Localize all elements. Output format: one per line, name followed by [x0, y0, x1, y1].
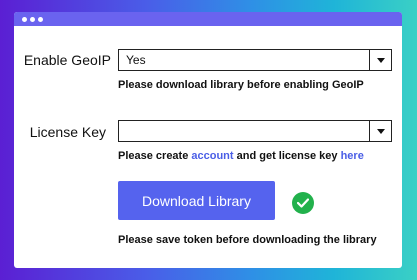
enable-geoip-select[interactable]: Yes: [118, 49, 392, 71]
download-note: Please save token before downloading the…: [118, 234, 377, 246]
check-circle-icon: [292, 192, 314, 214]
download-library-button[interactable]: Download Library: [118, 181, 275, 220]
license-help-prefix: Please create: [118, 150, 192, 162]
window-dot-3[interactable]: [38, 16, 43, 22]
window-titlebar: [14, 12, 402, 26]
enable-geoip-dropdown-arrow[interactable]: [369, 50, 391, 70]
chevron-down-icon: [376, 57, 385, 63]
license-key-dropdown-arrow[interactable]: [369, 121, 391, 141]
window-dot-1[interactable]: [22, 16, 27, 22]
enable-geoip-value: Yes: [126, 53, 146, 67]
enable-geoip-label: Enable GeoIP: [23, 52, 111, 68]
create-account-link[interactable]: account: [191, 150, 233, 162]
chevron-down-icon: [376, 128, 385, 134]
window-dot-2[interactable]: [30, 16, 35, 22]
checkmark-icon: [297, 198, 309, 208]
license-key-select[interactable]: [118, 120, 392, 142]
license-key-help: Please create account and get license ke…: [118, 150, 364, 162]
settings-window: Enable GeoIP Yes Please download library…: [14, 12, 402, 268]
license-help-middle: and get license key: [233, 150, 341, 162]
enable-geoip-help: Please download library before enabling …: [118, 79, 364, 91]
license-key-label: License Key: [29, 124, 106, 140]
license-key-here-link[interactable]: here: [341, 150, 364, 162]
